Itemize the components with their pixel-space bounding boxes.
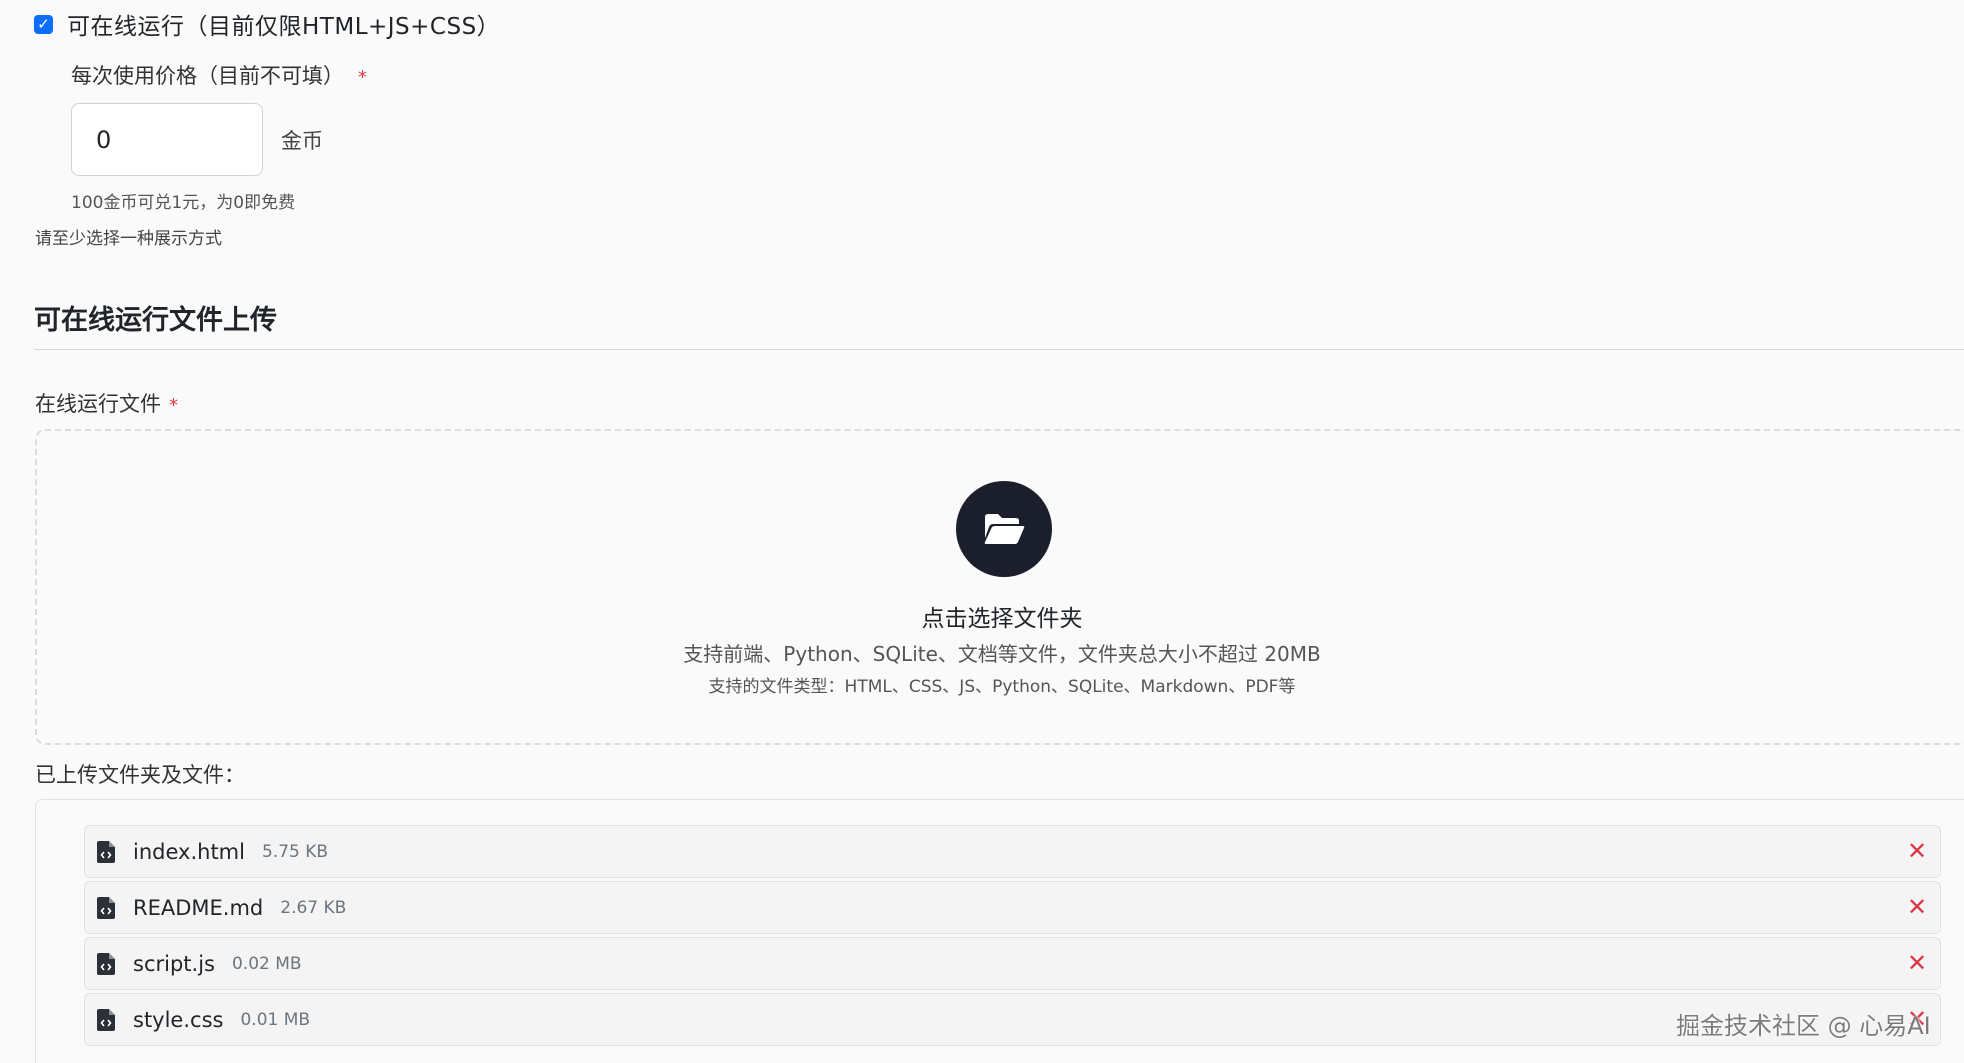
dropzone-file-types: 支持的文件类型：HTML、CSS、JS、Python、SQLite、Markdo…: [708, 677, 1296, 697]
file-name: README.md: [133, 895, 264, 920]
file-name: style.css: [133, 1007, 224, 1032]
folder-dropzone[interactable]: 点击选择文件夹 支持前端、Python、SQLite、文档等文件，文件夹总大小不…: [35, 429, 1964, 745]
section-title: 可在线运行文件上传: [34, 305, 277, 336]
checkmark-icon: ✓: [37, 14, 50, 33]
uploaded-files-panel: index.html 5.75 KB ✕ README.md 2.67 KB ✕…: [35, 799, 1964, 1063]
remove-file-button[interactable]: ✕: [1904, 950, 1930, 976]
file-name: index.html: [133, 839, 245, 864]
price-label-text: 每次使用价格（目前不可填）: [71, 64, 344, 88]
dropzone-subtitle: 支持前端、Python、SQLite、文档等文件，文件夹总大小不超过 20MB: [683, 642, 1321, 666]
file-row: index.html 5.75 KB ✕: [84, 825, 1941, 878]
file-size: 0.02 MB: [231, 953, 302, 974]
file-row: README.md 2.67 KB ✕: [84, 881, 1941, 934]
price-field-label: 每次使用价格（目前不可填） *: [71, 60, 367, 90]
file-size: 2.67 KB: [280, 897, 347, 918]
uploaded-files-label: 已上传文件夹及文件：: [35, 763, 245, 787]
folder-open-icon: [956, 481, 1052, 577]
remove-file-button[interactable]: ✕: [1904, 894, 1930, 920]
file-row: script.js 0.02 MB ✕: [84, 937, 1941, 990]
file-row: style.css 0.01 MB ✕: [84, 993, 1941, 1046]
remove-file-button[interactable]: ✕: [1904, 838, 1930, 864]
online-files-label: 在线运行文件 *: [35, 388, 178, 418]
code-file-icon: [97, 840, 115, 863]
required-mark: *: [358, 67, 367, 88]
file-size: 5.75 KB: [261, 841, 329, 862]
run-online-option[interactable]: ✓ 可在线运行（目前仅限HTML+JS+CSS）: [34, 6, 500, 42]
run-online-label: 可在线运行（目前仅限HTML+JS+CSS）: [67, 14, 501, 40]
code-file-icon: [97, 952, 115, 975]
online-files-label-text: 在线运行文件: [35, 392, 161, 416]
required-mark: *: [169, 395, 178, 416]
price-input[interactable]: 0: [71, 103, 263, 176]
price-input-value: 0: [96, 125, 112, 154]
folder-open-icon-svg: [984, 514, 1025, 544]
file-name: script.js: [133, 951, 215, 976]
display-mode-hint: 请至少选择一种展示方式: [35, 229, 222, 249]
coin-unit-label: 金币: [281, 129, 323, 153]
dropzone-title: 点击选择文件夹: [921, 606, 1083, 632]
code-file-icon: [97, 1008, 115, 1031]
file-size: 0.01 MB: [240, 1009, 311, 1030]
watermark: 掘金技术社区 @ 心易AI: [1676, 1012, 1931, 1040]
page: ✓ 可在线运行（目前仅限HTML+JS+CSS） 每次使用价格（目前不可填） * …: [0, 0, 1964, 1063]
coin-exchange-hint: 100金币可兑1元，为0即免费: [71, 193, 296, 213]
run-online-checkbox[interactable]: ✓: [34, 14, 53, 34]
code-file-icon: [97, 896, 115, 919]
section-divider: [34, 349, 1964, 350]
